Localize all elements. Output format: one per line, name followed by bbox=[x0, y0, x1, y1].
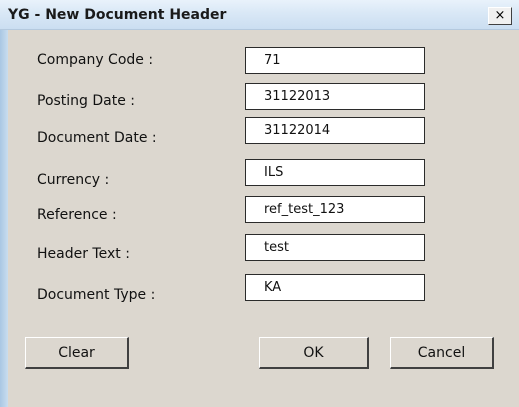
posting-date-input[interactable] bbox=[245, 83, 425, 110]
document-type-label: Document Type : bbox=[37, 287, 156, 303]
company-code-label: Company Code : bbox=[37, 52, 154, 68]
clear-button[interactable]: Clear bbox=[25, 337, 129, 369]
window-frame-left bbox=[0, 0, 8, 407]
company-code-input[interactable] bbox=[245, 47, 425, 74]
reference-input[interactable] bbox=[245, 196, 425, 223]
currency-input[interactable] bbox=[245, 159, 425, 186]
header-text-label: Header Text : bbox=[37, 246, 130, 262]
reference-label: Reference : bbox=[37, 207, 117, 223]
currency-label: Currency : bbox=[37, 172, 110, 188]
header-text-input[interactable] bbox=[245, 234, 425, 261]
document-date-input[interactable] bbox=[245, 117, 425, 144]
document-date-label: Document Date : bbox=[37, 130, 157, 146]
document-type-input[interactable] bbox=[245, 274, 425, 301]
cancel-button[interactable]: Cancel bbox=[390, 337, 494, 369]
close-icon: × bbox=[494, 8, 506, 23]
window-title: YG - New Document Header bbox=[8, 7, 227, 23]
title-bar[interactable]: YG - New Document Header × bbox=[0, 0, 519, 30]
close-button[interactable]: × bbox=[488, 7, 512, 25]
ok-button[interactable]: OK bbox=[259, 337, 369, 369]
posting-date-label: Posting Date : bbox=[37, 93, 136, 109]
